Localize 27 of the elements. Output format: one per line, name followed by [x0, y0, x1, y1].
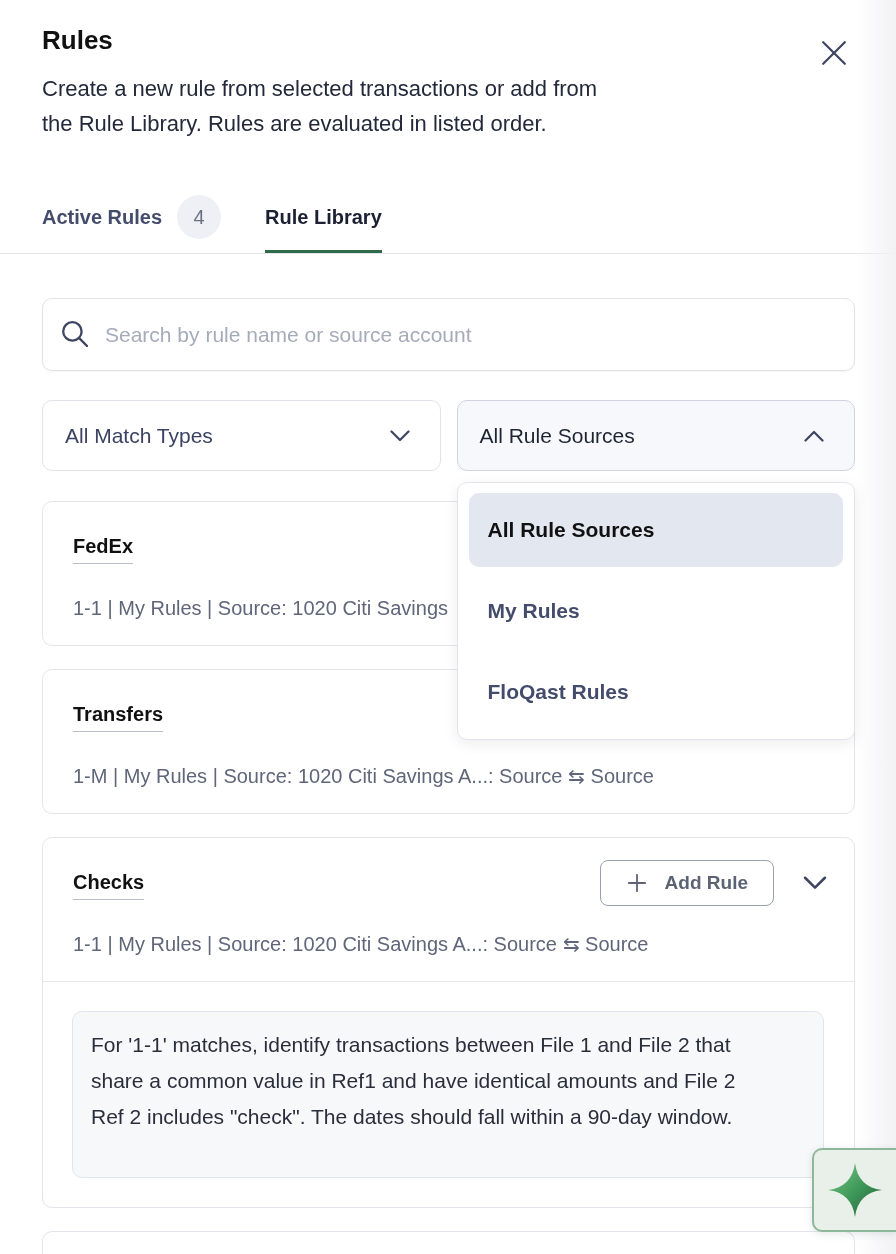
rule-description: For '1-1' matches, identify transactions between File 1 and File 2 that share a common value in Ref1 and have identical amounts and File 2 Ref 2 includes "check". The dates should fall within a 90-day window.	[72, 1011, 824, 1178]
menu-option[interactable]: FloQast Rules	[468, 655, 843, 729]
chevron-down-icon[interactable]	[803, 875, 827, 890]
panel-title: Rules	[42, 24, 114, 56]
rule-details: 1-M | My Rules | Source: 1020 Citi Savings A...: Source ⇆ Source	[73, 764, 654, 789]
sparkle-icon	[828, 1163, 882, 1217]
tab[interactable]: Active Rules 4	[42, 195, 222, 253]
menu-option[interactable]: All Rule Sources	[468, 493, 843, 567]
add-rule-button[interactable]: Add Rule	[599, 859, 774, 906]
filter-dropdown[interactable]: All Match Types	[42, 400, 441, 471]
search-icon	[62, 321, 88, 347]
rule-name-link[interactable]: Checks	[73, 869, 145, 900]
tab[interactable]: Rule Library	[265, 195, 382, 253]
rule-name-link[interactable]: FedEx	[73, 533, 134, 564]
chevron-up-icon	[804, 429, 824, 442]
rule-name-link[interactable]: Transfers	[73, 701, 164, 732]
menu-option[interactable]: My Rules	[468, 574, 843, 648]
plus-icon	[627, 873, 646, 892]
ai-assistant-button[interactable]	[812, 1148, 896, 1232]
panel-description: Create a new rule from selected transactions or add from the Rule Library. Rules are evaluated in listed order.	[42, 75, 599, 138]
filter-dropdown[interactable]: All Rule Sources	[456, 400, 855, 471]
rule-details: 1-1 | My Rules | Source: 1020 Citi Savings	[73, 596, 448, 621]
search-field[interactable]: Search by rule name or source account	[42, 298, 855, 371]
count-badge: 4	[177, 195, 222, 239]
rule-details: 1-1 | My Rules | Source: 1020 Citi Savings A...: Source ⇆ Source	[73, 932, 649, 957]
close-icon[interactable]	[822, 41, 846, 65]
chevron-down-icon	[389, 429, 410, 442]
